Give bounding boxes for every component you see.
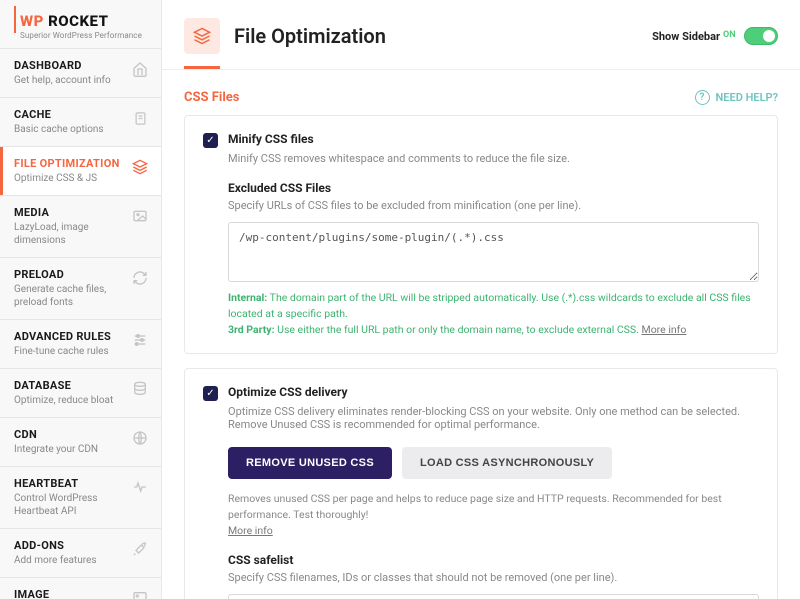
minify-css-label: Minify CSS files [228, 132, 314, 146]
remove-unused-desc-text: Removes unused CSS per page and helps to… [228, 492, 722, 521]
brand-rocket: ROCKET [48, 12, 108, 30]
sidebar-item-desc: Integrate your CDN [14, 443, 123, 456]
sidebar-item-label: FILE OPTIMIZATION [14, 157, 123, 170]
sidebar-item-desc: Fine-tune cache rules [14, 345, 123, 358]
more-info-link[interactable]: More info [642, 323, 687, 336]
optimize-css-card: ✓ Optimize CSS delivery Optimize CSS del… [184, 368, 778, 599]
sidebar-item-desc: Optimize CSS & JS [14, 172, 123, 185]
css-safelist-desc: Specify CSS filenames, IDs or classes th… [228, 571, 759, 584]
layers-icon [131, 158, 149, 176]
more-info-link[interactable]: More info [228, 524, 273, 537]
minify-css-desc: Minify CSS removes whitespace and commen… [203, 152, 759, 165]
optimize-css-desc: Optimize CSS delivery eliminates render-… [203, 405, 759, 431]
sidebar-item-media[interactable]: MEDIA LazyLoad, image dimensions [0, 195, 161, 257]
sidebar-item-heartbeat[interactable]: HEARTBEAT Control WordPress Heartbeat API [0, 466, 161, 528]
toggle-on-label: ON [723, 30, 736, 40]
need-help-link[interactable]: ? NEED HELP? [695, 90, 779, 105]
page-title: File Optimization [234, 24, 638, 48]
home-icon [131, 60, 149, 78]
hint-3p-text: Use either the full URL path or only the… [275, 323, 642, 336]
sidebar-item-desc: Basic cache options [14, 123, 123, 136]
sidebar-item-cache[interactable]: CACHE Basic cache options [0, 97, 161, 146]
remove-unused-desc: Removes unused CSS per page and helps to… [228, 491, 759, 538]
sidebar-item-label: IMAGE OPTIMIZATION [14, 588, 123, 599]
css-safelist-textarea[interactable]: /wp-content/plugins/some-plugin/(.*).css… [228, 594, 759, 599]
sidebar-item-desc: Add more features [14, 554, 123, 567]
sidebar-item-desc: Generate cache files, preload fonts [14, 283, 123, 309]
hint-3p-tag: 3rd Party: [228, 323, 275, 336]
section-header: CSS Files ? NEED HELP? [162, 70, 800, 115]
load-css-async-button[interactable]: LOAD CSS ASYNCHRONOUSLY [402, 447, 612, 479]
heartbeat-icon [131, 478, 149, 496]
css-safelist-label: CSS safelist [228, 553, 759, 567]
brand-logo: WP ROCKET Superior WordPress Performance [0, 0, 161, 48]
sidebar-item-label: PRELOAD [14, 268, 123, 281]
sidebar-item-label: MEDIA [14, 206, 123, 219]
image-icon [131, 207, 149, 225]
sidebar-item-label: CACHE [14, 108, 123, 121]
sidebar-item-addons[interactable]: ADD-ONS Add more features [0, 528, 161, 577]
help-icon: ? [695, 90, 710, 105]
need-help-label: NEED HELP? [716, 91, 779, 104]
sidebar-item-advanced-rules[interactable]: ADVANCED RULES Fine-tune cache rules [0, 319, 161, 368]
brand-tagline: Superior WordPress Performance [20, 31, 142, 40]
sidebar-item-label: CDN [14, 428, 123, 441]
sidebar-item-preload[interactable]: PRELOAD Generate cache files, preload fon… [0, 257, 161, 319]
sliders-icon [131, 331, 149, 349]
layers-icon [184, 18, 220, 54]
globe-icon [131, 429, 149, 447]
sidebar-item-database[interactable]: DATABASE Optimize, reduce bloat [0, 368, 161, 417]
remove-unused-css-button[interactable]: REMOVE UNUSED CSS [228, 447, 392, 479]
main-content: File Optimization Show Sidebar ON CSS Fi… [162, 0, 800, 599]
minify-css-card: ✓ Minify CSS files Minify CSS removes wh… [184, 115, 778, 354]
sidebar-item-desc: Get help, account info [14, 74, 123, 87]
sidebar: WP ROCKET Superior WordPress Performance… [0, 0, 162, 599]
logo-stripe-icon [14, 6, 16, 33]
hint-internal-text: The domain part of the URL will be strip… [228, 291, 751, 320]
excluded-hint: Internal: The domain part of the URL wil… [228, 290, 759, 337]
sidebar-item-label: ADVANCED RULES [14, 330, 123, 343]
sidebar-item-desc: Optimize, reduce bloat [14, 394, 123, 407]
excluded-css-label: Excluded CSS Files [228, 181, 759, 195]
excluded-css-textarea[interactable]: /wp-content/plugins/some-plugin/(.*).css [228, 222, 759, 282]
rocket-icon [131, 540, 149, 558]
sidebar-item-label: ADD-ONS [14, 539, 123, 552]
sidebar-item-image-optimization[interactable]: IMAGE OPTIMIZATION [0, 577, 161, 599]
brand-wp: WP [20, 12, 44, 30]
file-icon [131, 109, 149, 127]
show-sidebar-label: Show Sidebar [652, 30, 720, 43]
hint-internal-tag: Internal: [228, 291, 267, 304]
database-icon [131, 380, 149, 398]
sidebar-item-file-optimization[interactable]: FILE OPTIMIZATION Optimize CSS & JS [0, 146, 161, 195]
sidebar-item-label: HEARTBEAT [14, 477, 123, 490]
sidebar-item-cdn[interactable]: CDN Integrate your CDN [0, 417, 161, 466]
sidebar-item-label: DATABASE [14, 379, 123, 392]
optimize-css-label: Optimize CSS delivery [228, 385, 348, 399]
sidebar-item-desc: LazyLoad, image dimensions [14, 221, 123, 247]
show-sidebar-toggle[interactable]: ON [744, 27, 778, 45]
page-header: File Optimization Show Sidebar ON [162, 0, 800, 54]
section-title: CSS Files [184, 90, 695, 105]
sidebar-item-label: DASHBOARD [14, 59, 123, 72]
picture-icon [131, 589, 149, 599]
refresh-icon [131, 269, 149, 287]
excluded-css-desc: Specify URLs of CSS files to be excluded… [228, 199, 759, 212]
sidebar-item-dashboard[interactable]: DASHBOARD Get help, account info [0, 48, 161, 97]
optimize-css-checkbox[interactable]: ✓ [203, 386, 218, 401]
sidebar-item-desc: Control WordPress Heartbeat API [14, 492, 123, 518]
minify-css-checkbox[interactable]: ✓ [203, 133, 218, 148]
toggle-knob-icon [763, 30, 775, 42]
